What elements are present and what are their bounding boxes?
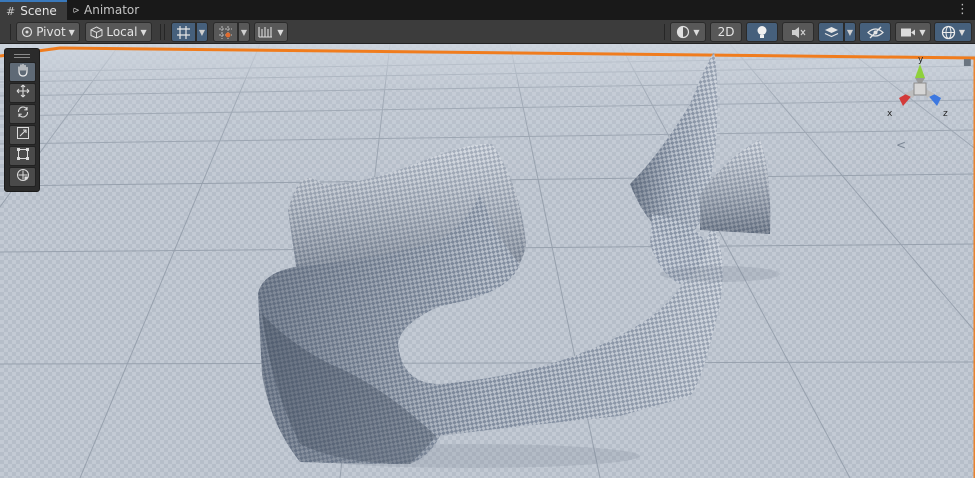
chevron-down-icon: ▼ bbox=[919, 27, 926, 37]
palette-drag-handle[interactable] bbox=[9, 51, 35, 61]
chevron-down-icon: ▼ bbox=[140, 27, 147, 37]
tab-scene[interactable]: # Scene bbox=[0, 0, 67, 20]
animator-arrows-icon: ⪧ bbox=[72, 3, 80, 16]
scene-toolbar: Pivot ▼ Local ▼ ▼ ▼ ▼ ▼ 2D ▼ ▼ ▼ bbox=[0, 20, 975, 44]
rotate-icon bbox=[16, 105, 30, 123]
light-bulb-icon bbox=[756, 25, 768, 40]
chevron-down-icon: ▼ bbox=[68, 27, 75, 37]
lighting-toggle[interactable] bbox=[746, 22, 778, 42]
gizmo-globe-icon bbox=[941, 25, 956, 40]
gizmo-center-cube[interactable] bbox=[913, 82, 927, 96]
rect-transform-icon bbox=[16, 147, 30, 165]
effects-toggle[interactable] bbox=[818, 22, 844, 42]
shading-sphere-icon bbox=[676, 25, 690, 39]
hidden-objects-toggle[interactable] bbox=[859, 22, 891, 42]
tool-palette bbox=[4, 48, 40, 192]
ruler-icon bbox=[258, 25, 274, 39]
audio-toggle[interactable] bbox=[782, 22, 814, 42]
scene-viewport[interactable]: y x z ■ < bbox=[0, 44, 975, 478]
scale-tool-button[interactable] bbox=[9, 125, 36, 145]
camera-settings-dropdown[interactable]: ▼ bbox=[895, 22, 931, 42]
local-dropdown[interactable]: Local ▼ bbox=[85, 22, 152, 42]
gizmo-x-label: x bbox=[887, 109, 893, 119]
rect-tool-button[interactable] bbox=[9, 146, 36, 166]
camera-icon bbox=[900, 27, 916, 38]
toggle-2d-label: 2D bbox=[717, 25, 735, 39]
draw-mode-dropdown[interactable]: ▼ bbox=[670, 22, 706, 42]
orientation-gizmo[interactable]: y x z bbox=[885, 54, 955, 134]
snap-settings-dropdown[interactable]: ▼ bbox=[254, 22, 288, 42]
chevron-down-icon: ▼ bbox=[277, 27, 284, 37]
rotate-tool-button[interactable] bbox=[9, 104, 36, 124]
eye-slash-icon bbox=[866, 26, 884, 39]
gizmo-y-cone[interactable] bbox=[915, 64, 925, 78]
grid-snap-options-caret[interactable]: ▼ bbox=[196, 22, 208, 42]
hand-icon bbox=[16, 63, 30, 81]
editor-tab-strip: # Scene ⪧ Animator ⋮ bbox=[0, 0, 975, 20]
scale-icon bbox=[16, 126, 30, 144]
local-label: Local bbox=[106, 25, 138, 39]
move-tool-button[interactable] bbox=[9, 83, 36, 103]
increment-snap-icon bbox=[218, 25, 233, 40]
toolbar-separator bbox=[664, 24, 665, 40]
hand-tool-button[interactable] bbox=[9, 62, 36, 82]
gizmo-lock-icon[interactable]: ■ bbox=[963, 58, 972, 68]
toolbar-separator bbox=[10, 24, 11, 40]
view-mode-indicator[interactable]: < bbox=[896, 138, 906, 152]
effects-options-caret[interactable]: ▼ bbox=[844, 22, 856, 42]
pivot-icon bbox=[21, 26, 33, 38]
move-arrows-icon bbox=[16, 84, 30, 102]
scene-render bbox=[0, 44, 975, 478]
increment-snap-toggle[interactable] bbox=[213, 22, 238, 42]
gizmo-z-label: z bbox=[943, 109, 948, 119]
grid-snap-icon bbox=[176, 25, 191, 40]
pivot-dropdown[interactable]: Pivot ▼ bbox=[16, 22, 80, 42]
increment-snap-options-caret[interactable]: ▼ bbox=[238, 22, 250, 42]
hash-grid-icon: # bbox=[6, 4, 16, 18]
layers-effects-icon bbox=[824, 25, 839, 39]
tab-scene-label: Scene bbox=[20, 4, 57, 18]
toggle-2d-button[interactable]: 2D bbox=[710, 22, 742, 42]
tab-animator-label: Animator bbox=[84, 3, 140, 17]
grid-snap-toggle[interactable] bbox=[171, 22, 196, 42]
transform-combo-icon bbox=[16, 168, 30, 186]
gizmo-y-label: y bbox=[918, 55, 924, 65]
kebab-menu-icon[interactable]: ⋮ bbox=[956, 2, 969, 17]
gizmos-dropdown[interactable]: ▼ bbox=[934, 22, 972, 42]
toolbar-separator bbox=[160, 24, 161, 40]
toolbar-separator bbox=[164, 24, 165, 40]
pivot-label: Pivot bbox=[36, 25, 66, 39]
chevron-down-icon: ▼ bbox=[958, 27, 966, 37]
tab-animator[interactable]: ⪧ Animator bbox=[67, 0, 149, 20]
local-cube-icon bbox=[90, 25, 103, 39]
chevron-down-icon: ▼ bbox=[693, 27, 700, 37]
transform-tool-button[interactable] bbox=[9, 167, 36, 187]
mute-speaker-icon bbox=[791, 26, 806, 39]
